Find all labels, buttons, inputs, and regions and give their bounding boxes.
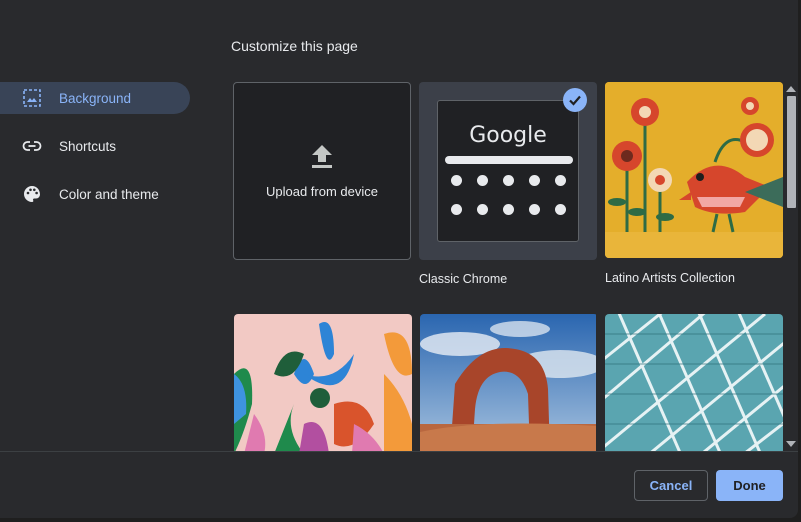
google-logo-text: Google [469,123,547,148]
customize-dialog: Customize this page Background Shortcuts [0,0,798,518]
shortcut-dot [555,175,566,186]
classic-chrome-tile[interactable]: Google [419,82,597,260]
folk-art-image [605,82,783,258]
done-button[interactable]: Done [716,470,783,501]
shortcut-dot [477,175,488,186]
grid-scrollbar[interactable] [784,82,798,451]
upload-icon [310,143,334,174]
teal-architecture-tile[interactable] [605,314,783,451]
background-icon [22,88,42,108]
shortcut-dot [477,204,488,215]
footer-divider [0,451,798,452]
shortcut-dot [451,204,462,215]
sidebar-item-label: Background [59,90,132,106]
latino-artists-caption: Latino Artists Collection [605,271,735,285]
sidebar-item-shortcuts[interactable]: Shortcuts [0,130,200,162]
sidebar-item-label: Shortcuts [59,138,117,154]
classic-chrome-preview: Google [437,100,579,242]
search-bar-preview [445,156,573,164]
shortcut-dot [503,204,514,215]
sidebar-item-label: Color and theme [59,186,159,202]
link-icon [22,136,42,156]
scroll-down-arrow-icon[interactable] [786,441,796,447]
upload-label: Upload from device [266,184,378,199]
scrollbar-thumb[interactable] [787,96,796,208]
teal-architecture-image [605,314,783,451]
latino-artists-collection-tile[interactable] [605,82,783,258]
sidebar-item-color-and-theme[interactable]: Color and theme [0,178,200,210]
classic-chrome-caption: Classic Chrome [419,272,508,286]
dialog-title: Customize this page [231,38,358,54]
floral-illustration-image [234,314,412,451]
sidebar-item-background[interactable]: Background [0,82,190,114]
background-grid: Upload from device Google Classic Chrome… [226,78,798,451]
shortcut-dot [529,175,540,186]
shortcut-dot [451,175,462,186]
sidebar: Background Shortcuts Color and theme [0,82,200,226]
upload-from-device-tile[interactable]: Upload from device [233,82,411,260]
palette-icon [22,184,42,204]
cancel-button[interactable]: Cancel [634,470,708,501]
floral-illustration-tile[interactable] [234,314,412,451]
shortcut-dot [503,175,514,186]
scroll-up-arrow-icon[interactable] [786,86,796,92]
desert-arch-tile[interactable] [420,314,598,451]
shortcut-dot [555,204,566,215]
selected-check-icon [563,88,587,112]
shortcut-dot [529,204,540,215]
desert-arch-image [420,314,598,451]
